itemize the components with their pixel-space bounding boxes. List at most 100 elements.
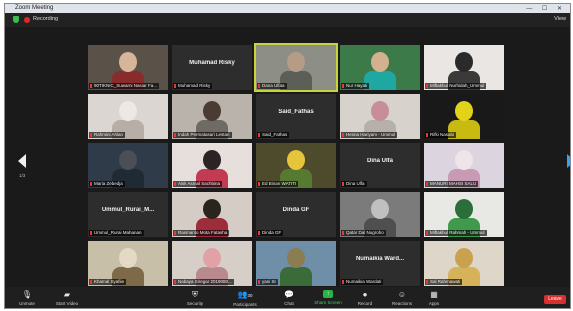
participant-tile[interactable]: Maria Zebedja	[88, 143, 168, 188]
participant-name: Ed Binan WATITI	[262, 181, 297, 186]
participant-tile[interactable]: 90TIKNIC_Suwarni Nasiar Fa...	[88, 45, 168, 90]
participant-name: Nur Hayati	[346, 83, 368, 88]
participant-tile[interactable]: Said_Fathas Said_Fathas	[256, 94, 336, 139]
participant-name-label: 90TIKNIC_Suwarni Nasiar Fa...	[89, 83, 160, 89]
participant-name-label: Miftakhul Nurhidah_Ummul	[425, 83, 487, 89]
meeting-topbar: Recording View	[5, 13, 570, 27]
participant-head	[119, 52, 137, 72]
participant-tile[interactable]: Rahmini Ahlan	[88, 94, 168, 139]
participant-tile[interactable]: Miftakhul Nurhidah_Ummul	[424, 45, 504, 90]
participant-tile[interactable]: yani Sr	[256, 241, 336, 286]
gallery-grid: 90TIKNIC_Suwarni Nasiar Fa... Muhamad Ris…	[88, 43, 506, 286]
mic-muted-icon	[426, 231, 428, 235]
participant-name-label: Hesna Hariyam - Ummul	[341, 132, 398, 138]
participant-tile[interactable]: Dana Ulfaa	[254, 43, 338, 92]
participant-tile[interactable]: Nur Hayati	[340, 45, 420, 90]
participant-head	[371, 199, 389, 219]
participant-name-label: Khamal Syafiie	[89, 279, 127, 285]
participants-button[interactable]: 👥30 Participants	[227, 290, 263, 307]
participant-tile[interactable]: Indah Permatasari Lestari	[172, 94, 252, 139]
mic-muted-icon	[174, 182, 176, 186]
mic-muted-icon	[258, 280, 260, 284]
participant-name-label: Indah Permatasari Lestari	[173, 132, 232, 138]
participant-tile[interactable]: Khamal Syafiie	[88, 241, 168, 286]
next-page-arrow-icon[interactable]	[567, 154, 570, 168]
mic-muted-icon	[174, 84, 176, 88]
participant-head	[287, 52, 305, 72]
participant-head	[455, 52, 473, 72]
mic-muted-icon	[90, 84, 92, 88]
participant-tile[interactable]: MANURI MAHSI SALU	[424, 143, 504, 188]
participant-name-label: Nabaya Siregar 2019080...	[173, 279, 234, 285]
leave-button[interactable]: Leave	[544, 295, 566, 304]
record-icon: ●	[362, 290, 368, 299]
participant-name: Miftakhul Nurhidah_Ummul	[430, 83, 485, 88]
participant-name: Hesna Hariyam - Ummul	[346, 132, 396, 137]
window-controls[interactable]: — ☐ ✕	[526, 5, 566, 12]
mic-muted-icon	[426, 133, 428, 137]
participant-tile[interactable]: Sal Rahmawati	[424, 241, 504, 286]
participant-tile[interactable]: Muhamad Risky Muhamad Risky	[172, 45, 252, 90]
participants-icon: 👥30	[237, 290, 253, 299]
mic-muted-icon	[258, 182, 260, 186]
recording-dot-icon	[24, 17, 30, 23]
participant-name-label: Sal Rahmawati	[425, 279, 463, 285]
participant-name: Rahmini Ahlan	[94, 132, 124, 137]
participant-name: Khamal Syafiie	[94, 279, 125, 284]
security-button[interactable]: ⛨ Security	[177, 290, 213, 306]
participant-name-label: Dina Ulfa	[341, 181, 367, 187]
participant-name: Rifki Nasabi	[430, 132, 455, 137]
mic-muted-icon	[174, 280, 176, 284]
participant-head	[287, 248, 305, 268]
participant-tile[interactable]: Rifki Nasabi	[424, 94, 504, 139]
reactions-button[interactable]: ☺ Reactions	[384, 290, 420, 306]
participant-figure	[280, 267, 312, 286]
mic-muted-icon	[90, 280, 92, 284]
participant-name: Numaikia Wardati	[346, 279, 382, 284]
prev-page-arrow-icon[interactable]	[18, 154, 26, 168]
unmute-button[interactable]: 🎙 Unmute	[9, 290, 45, 306]
participant-name: Said_Fathas	[262, 132, 288, 137]
participant-display-name: Numaikia Ward...	[355, 256, 405, 262]
participant-tile[interactable]: Ummul_Rurai_M... Ummul_Rurai Mahanan	[88, 192, 168, 237]
participant-name: Nabaya Siregar 2019080...	[178, 279, 232, 284]
chat-bubble-icon: 💬	[284, 290, 294, 299]
participant-display-name: Ummul_Rurai_M...	[101, 207, 155, 213]
participant-tile[interactable]: Ed Binan WATITI	[256, 143, 336, 188]
window-title: Zoom Meeting	[15, 5, 54, 11]
chat-button[interactable]: 💬 Chat	[271, 290, 307, 306]
record-button[interactable]: ● Record	[347, 290, 383, 306]
mic-muted-icon	[342, 280, 344, 284]
participant-tile[interactable]: Nabaya Siregar 2019080...	[172, 241, 252, 286]
participant-tile[interactable]: Miftakhul Rahmah - Ummul	[424, 192, 504, 237]
participant-display-name: Dinda GF	[282, 207, 310, 213]
page-indicator-left: 1/3	[19, 173, 26, 178]
meeting-toolbar: 🎙 Unmute ▰ Start Video ⛨ Security 👥30 Pa…	[5, 287, 570, 308]
view-button[interactable]: View	[554, 16, 566, 22]
mic-muted-icon	[426, 84, 428, 88]
participant-tile[interactable]: Qatar Dal Nugroho	[340, 192, 420, 237]
mic-muted-icon	[342, 84, 344, 88]
mic-muted-icon	[90, 133, 92, 137]
participant-tile[interactable]: Aisk Asmal Sachbina	[172, 143, 252, 188]
participant-name: Miftakhul Rahmah - Ummul	[430, 230, 485, 235]
start-video-button[interactable]: ▰ Start Video	[49, 290, 85, 306]
participant-tile[interactable]: Dina Ulfa Dina Ulfa	[340, 143, 420, 188]
participant-name: Qatar Dal Nugroho	[346, 230, 384, 235]
apps-icon: ▦	[430, 290, 438, 299]
participant-name: Muhamad Risky	[178, 83, 211, 88]
participant-tile[interactable]: Rasmanto Mota Fatasha	[172, 192, 252, 237]
participant-name: MANURI MAHSI SALU	[430, 181, 477, 186]
participant-name-label: Miftakhul Rahmah - Ummul	[425, 230, 487, 236]
participant-head	[455, 150, 473, 170]
zoom-window: Zoom Meeting — ☐ ✕ Recording View 1/3 90…	[4, 3, 571, 309]
participant-tile[interactable]: Hesna Hariyam - Ummul	[340, 94, 420, 139]
participant-name-label: Rahmini Ahlan	[89, 132, 126, 138]
participant-tile[interactable]: Numaikia Ward... Numaikia Wardati	[340, 241, 420, 286]
participants-count: 30	[247, 293, 253, 298]
participant-name: Maria Zebedja	[94, 181, 123, 186]
apps-button[interactable]: ▦ Apps	[416, 290, 452, 306]
share-screen-button[interactable]: ↑ Share Screen	[310, 290, 346, 305]
security-shield-icon[interactable]	[13, 16, 19, 23]
participant-tile[interactable]: Dinda GF Dinda GF	[256, 192, 336, 237]
